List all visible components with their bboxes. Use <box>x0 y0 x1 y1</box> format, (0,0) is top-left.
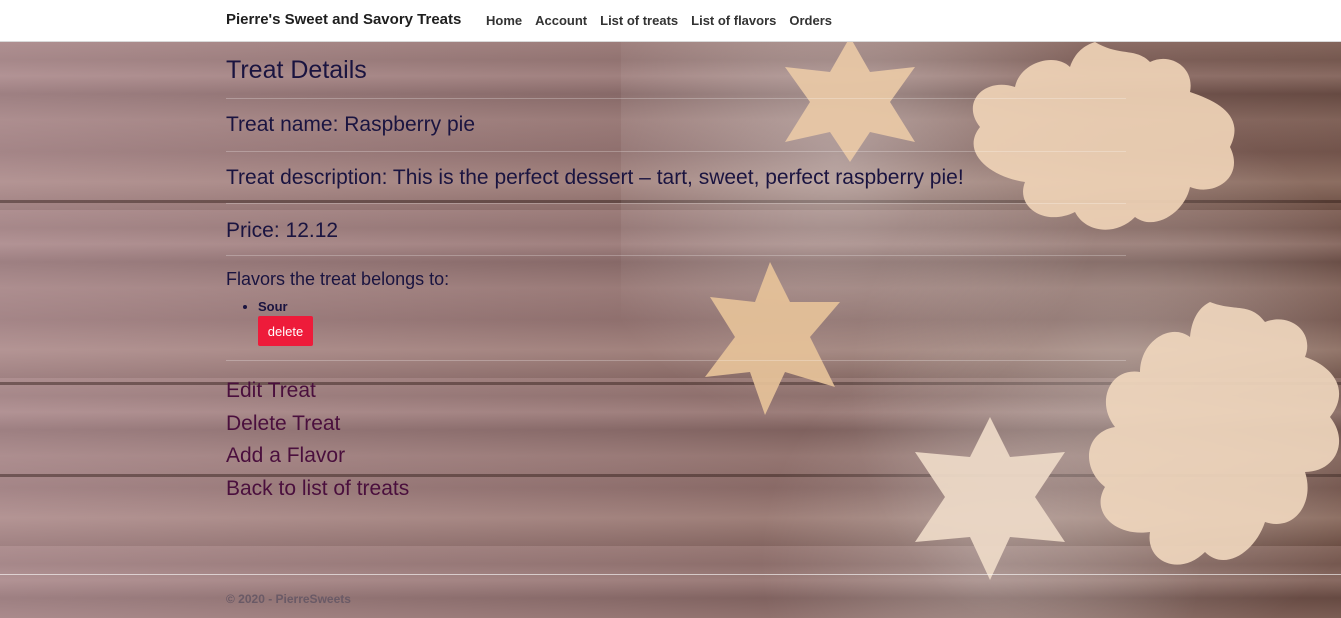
nav-links: Home Account List of treats List of flav… <box>486 13 832 28</box>
delete-treat-link[interactable]: Delete Treat <box>226 408 409 441</box>
star-cookie-image <box>915 417 1065 580</box>
nav-link-flavors[interactable]: List of flavors <box>691 13 776 28</box>
back-to-treats-link[interactable]: Back to list of treats <box>226 473 409 506</box>
snowflake-cookie-image <box>972 42 1235 230</box>
divider <box>226 255 1126 256</box>
add-flavor-link[interactable]: Add a Flavor <box>226 440 409 473</box>
snowflake-cookie-image <box>1088 302 1340 565</box>
delete-flavor-button[interactable]: delete <box>258 316 313 346</box>
footer-divider <box>0 574 1341 575</box>
action-links: Edit Treat Delete Treat Add a Flavor Bac… <box>226 375 409 505</box>
flavor-list: Sour delete <box>226 299 313 346</box>
nav-link-account[interactable]: Account <box>535 13 587 28</box>
nav-link-orders[interactable]: Orders <box>789 13 832 28</box>
treat-description: Treat description: This is the perfect d… <box>226 166 964 189</box>
divider <box>226 98 1126 99</box>
page-title: Treat Details <box>226 56 367 84</box>
footer-copyright: © 2020 - PierreSweets <box>226 592 351 606</box>
edit-treat-link[interactable]: Edit Treat <box>226 375 409 408</box>
brand-link[interactable]: Pierre's Sweet and Savory Treats <box>226 11 461 28</box>
treat-name: Treat name: Raspberry pie <box>226 113 475 136</box>
list-item: Sour delete <box>258 299 313 346</box>
treat-price: Price: 12.12 <box>226 219 339 242</box>
nav-link-treats[interactable]: List of treats <box>600 13 678 28</box>
flavor-name: Sour <box>258 299 288 314</box>
flavors-heading: Flavors the treat belongs to: <box>226 269 450 289</box>
star-cookie-image <box>785 42 915 162</box>
divider <box>226 203 1126 204</box>
divider <box>226 151 1126 152</box>
navbar: Pierre's Sweet and Savory Treats Home Ac… <box>0 0 1341 42</box>
star-cookie-image <box>705 262 840 415</box>
divider <box>226 360 1126 361</box>
nav-link-home[interactable]: Home <box>486 13 522 28</box>
background-image <box>0 42 1341 618</box>
